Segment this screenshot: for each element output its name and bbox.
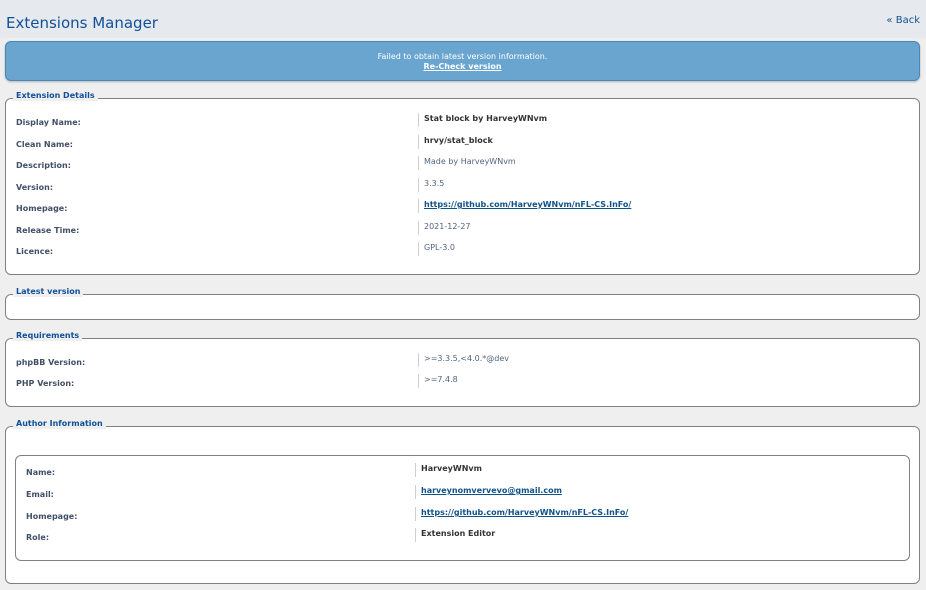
requirement-row-phpbb: phpBB Version: >=3.3.5,<4.0.*@dev (6, 353, 919, 372)
author-row-email: Email: harveynomvervevo@gmail.com (16, 485, 909, 504)
detail-row-homepage: Homepage: https://github.com/HarveyWNvm/… (6, 199, 919, 218)
detail-row-release-time: Release Time: 2021-12-27 (6, 221, 919, 240)
release-time-label: Release Time: (16, 226, 80, 235)
back-link[interactable]: « Back (886, 15, 920, 26)
requirements-fieldset: Requirements phpBB Version: >=3.3.5,<4.0… (5, 331, 920, 407)
licence-label: Licence: (16, 247, 54, 256)
author-row-name: Name: HarveyWNvm (16, 463, 909, 482)
latest-version-legend: Latest version (13, 287, 84, 297)
author-row-homepage: Homepage: https://github.com/HarveyWNvm/… (16, 507, 909, 526)
notice-message: Failed to obtain latest version informat… (377, 52, 548, 61)
requirement-row-php: PHP Version: >=7.4.8 (6, 374, 919, 393)
requirements-legend: Requirements (13, 331, 83, 341)
clean-name-label: Clean Name: (16, 140, 73, 149)
author-information-fieldset: Author Information Name: HarveyWNvm Emai… (5, 419, 920, 584)
version-check-notice: Failed to obtain latest version informat… (5, 41, 920, 81)
detail-row-clean-name: Clean Name: hrvy/stat_block (6, 135, 919, 154)
phpbb-version-value: >=3.3.5,<4.0.*@dev (418, 353, 509, 367)
author-email-link[interactable]: harveynomvervevo@gmail.com (415, 485, 562, 499)
version-label: Version: (16, 183, 54, 192)
author-email-label: Email: (26, 490, 54, 499)
recheck-version-link[interactable]: Re-Check version (6, 62, 919, 72)
description-value: Made by HarveyWNvm (418, 156, 516, 170)
author-card: Name: HarveyWNvm Email: harveynomvervevo… (15, 455, 910, 561)
php-version-label: PHP Version: (16, 379, 75, 388)
author-information-legend: Author Information (13, 419, 106, 429)
detail-row-description: Description: Made by HarveyWNvm (6, 156, 919, 175)
detail-row-version: Version: 3.3.5 (6, 178, 919, 197)
description-label: Description: (16, 161, 71, 170)
extension-details-legend: Extension Details (13, 91, 98, 101)
author-name-label: Name: (26, 468, 56, 477)
php-version-value: >=7.4.8 (418, 374, 458, 388)
author-row-role: Role: Extension Editor (16, 528, 909, 547)
detail-row-display-name: Display Name: Stat block by HarveyWNvm (6, 113, 919, 132)
author-homepage-label: Homepage: (26, 512, 78, 521)
detail-row-licence: Licence: GPL-3.0 (6, 242, 919, 261)
phpbb-version-label: phpBB Version: (16, 358, 86, 367)
clean-name-value: hrvy/stat_block (418, 135, 493, 149)
extension-details-fieldset: Extension Details Display Name: Stat blo… (5, 91, 920, 275)
author-name-value: HarveyWNvm (415, 463, 482, 477)
licence-value: GPL-3.0 (418, 242, 455, 256)
homepage-label: Homepage: (16, 204, 68, 213)
release-time-value: 2021-12-27 (418, 221, 471, 235)
homepage-link[interactable]: https://github.com/HarveyWNvm/nFL-CS.InF… (418, 199, 631, 213)
page-header: Extensions Manager « Back (0, 0, 926, 38)
author-role-label: Role: (26, 533, 50, 542)
latest-version-fieldset: Latest version (5, 287, 920, 320)
display-name-label: Display Name: (16, 118, 81, 127)
author-homepage-link[interactable]: https://github.com/HarveyWNvm/nFL-CS.InF… (415, 507, 628, 521)
display-name-value: Stat block by HarveyWNvm (418, 113, 547, 127)
author-role-value: Extension Editor (415, 528, 495, 542)
page-title: Extensions Manager (6, 14, 158, 32)
version-value: 3.3.5 (418, 178, 444, 192)
